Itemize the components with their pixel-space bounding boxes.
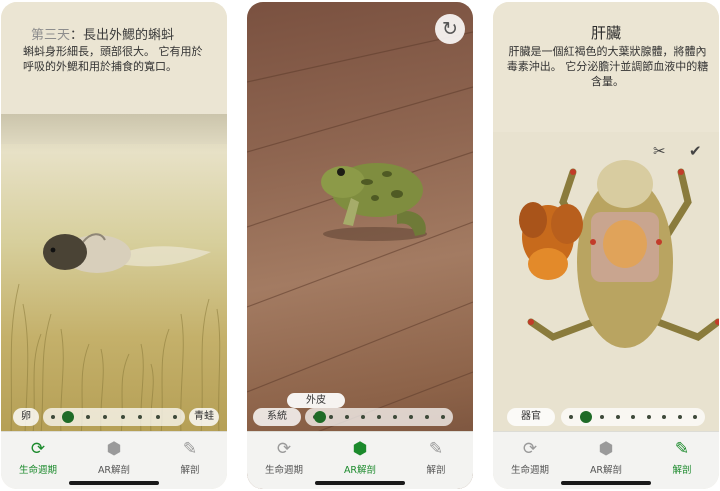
slider-dot[interactable] xyxy=(345,415,349,419)
tab-ar-dissection[interactable]: ⬢ AR解剖 xyxy=(77,438,151,476)
organ-label[interactable]: 器官 xyxy=(507,408,555,426)
lifecycle-icon: ⟳ xyxy=(276,439,292,459)
tab-bar: ⟳ 生命週期 ⬢ AR解剖 ✎ 解剖 xyxy=(493,431,719,489)
tab-bar: ⟳ 生命週期 ⬢ AR解剖 ✎ 解剖 xyxy=(1,431,227,489)
scissors-icon[interactable]: ✂ xyxy=(653,142,666,160)
layer-slider[interactable] xyxy=(305,408,453,426)
ar-cube-icon: ⬢ xyxy=(106,439,122,459)
stage-description: 蝌蚪身形細長，頭部很大。 它有用於呼吸的外鰓和用於捕食的寬口。 xyxy=(23,45,203,73)
slider-dot[interactable] xyxy=(569,415,573,419)
slider-dot[interactable] xyxy=(393,415,397,419)
slider-knob[interactable] xyxy=(579,411,592,423)
slider-dot[interactable] xyxy=(677,415,682,419)
slider-dot[interactable] xyxy=(173,415,177,419)
system-label[interactable]: 系統 xyxy=(253,408,301,426)
slider-dot[interactable] xyxy=(329,415,333,419)
tadpole-eye xyxy=(50,247,56,253)
phone-dissection: 肝臟 肝臟是一個紅褐色的大葉狀腺體，將體內毒素沖出。 它分泌膽汁並調節血液中的糖… xyxy=(493,2,719,489)
slider-dot[interactable] xyxy=(85,415,90,419)
tab-dissection[interactable]: ✎ 解剖 xyxy=(645,438,719,476)
slider-dot[interactable] xyxy=(615,415,620,419)
frog-stage-label: 青蛙 xyxy=(189,408,219,426)
slider-dot[interactable] xyxy=(361,415,365,419)
home-indicator xyxy=(69,481,159,485)
frog-eye xyxy=(337,168,345,176)
egg-stage-label: 卵 xyxy=(13,408,39,426)
organ-description: 肝臟是一個紅褐色的大葉狀腺體，將體內毒素沖出。 它分泌膽汁並調節血液中的糖含量。 xyxy=(506,45,709,88)
slider-dot[interactable] xyxy=(693,415,697,419)
info-panel: 第三天：長出外鰓的蝌蚪 蝌蚪身形細長，頭部很大。 它有用於呼吸的外鰓和用於捕食的… xyxy=(1,2,227,114)
slider-dot[interactable] xyxy=(600,415,604,419)
home-indicator xyxy=(315,481,405,485)
tab-ar-dissection[interactable]: ⬢ AR解剖 xyxy=(323,438,397,476)
lifecycle-icon: ⟳ xyxy=(522,439,538,459)
organ-title: 肝臟 xyxy=(590,24,621,42)
pencil-icon: ✎ xyxy=(674,439,690,459)
slider-dot[interactable] xyxy=(441,415,445,419)
dissected-frog-svg xyxy=(519,160,719,348)
stage-title: 第三天：長出外鰓的蝌蚪 xyxy=(31,28,175,43)
slider-knob[interactable] xyxy=(61,411,74,423)
slider-knob[interactable] xyxy=(314,411,327,423)
tab-lifecycle[interactable]: ⟳ 生命週期 xyxy=(247,438,321,476)
tab-lifecycle[interactable]: ⟳ 生命週期 xyxy=(1,438,75,476)
tadpole-head xyxy=(43,234,87,270)
rotate-icon: ↻ xyxy=(442,18,458,40)
pond-scene xyxy=(1,114,227,434)
tadpole-scene-svg xyxy=(10,233,221,434)
slider-dot[interactable] xyxy=(662,415,666,419)
slider-dot[interactable] xyxy=(631,415,635,419)
tab-lifecycle[interactable]: ⟳ 生命週期 xyxy=(493,438,567,476)
slider-dot[interactable] xyxy=(120,415,125,419)
slider-dot[interactable] xyxy=(103,415,108,419)
slider-dot[interactable] xyxy=(425,415,429,419)
frog-shadow xyxy=(323,227,427,241)
rotate-button[interactable]: ↻ xyxy=(435,14,465,44)
dissection-view xyxy=(493,132,719,434)
lifecycle-slider[interactable] xyxy=(43,408,185,426)
pencil-icon: ✎ xyxy=(182,439,198,459)
slider-dot[interactable] xyxy=(51,415,55,419)
organ-slider[interactable] xyxy=(561,408,705,426)
tadpole-tail xyxy=(119,246,211,267)
tab-ar-dissection[interactable]: ⬢ AR解剖 xyxy=(569,438,643,476)
home-indicator xyxy=(561,481,651,485)
tab-bar: ⟳ 生命週期 ⬢ AR解剖 ✎ 解剖 xyxy=(247,431,473,489)
slider-dot[interactable] xyxy=(155,415,160,419)
slider-dot[interactable] xyxy=(646,415,651,419)
phone-ar-view: ↻ 外皮 系統 ⟳ 生命週期 ⬢ AR解剖 ✎ 解剖 xyxy=(247,2,473,489)
liver-lobe-bottom xyxy=(528,248,568,280)
tab-dissection[interactable]: ✎ 解剖 xyxy=(153,438,227,476)
slider-dot[interactable] xyxy=(409,415,413,419)
lifecycle-icon: ⟳ xyxy=(30,439,46,459)
layer-label-skin: 外皮 xyxy=(287,393,345,408)
liver-lobe-right xyxy=(551,204,583,244)
phone-lifecycle: 第三天：長出外鰓的蝌蚪 蝌蚪身形細長，頭部很大。 它有用於呼吸的外鰓和用於捕食的… xyxy=(1,2,227,489)
pencil-icon: ✎ xyxy=(428,439,444,459)
ar-cube-icon: ⬢ xyxy=(598,439,614,459)
cut-check-icon[interactable]: ✔ xyxy=(689,142,702,160)
slider-dot[interactable] xyxy=(377,415,381,419)
ar-cube-icon: ⬢ xyxy=(352,439,368,459)
tab-dissection[interactable]: ✎ 解剖 xyxy=(399,438,473,476)
intestines xyxy=(603,220,647,268)
frog-head-open xyxy=(597,160,653,208)
info-panel: 肝臟 肝臟是一個紅褐色的大葉狀腺體，將體內毒素沖出。 它分泌膽汁並調節血液中的糖… xyxy=(493,2,719,132)
slider-dot[interactable] xyxy=(138,415,143,419)
liver-lobe-top xyxy=(519,202,547,238)
ar-scene-svg xyxy=(247,31,473,432)
